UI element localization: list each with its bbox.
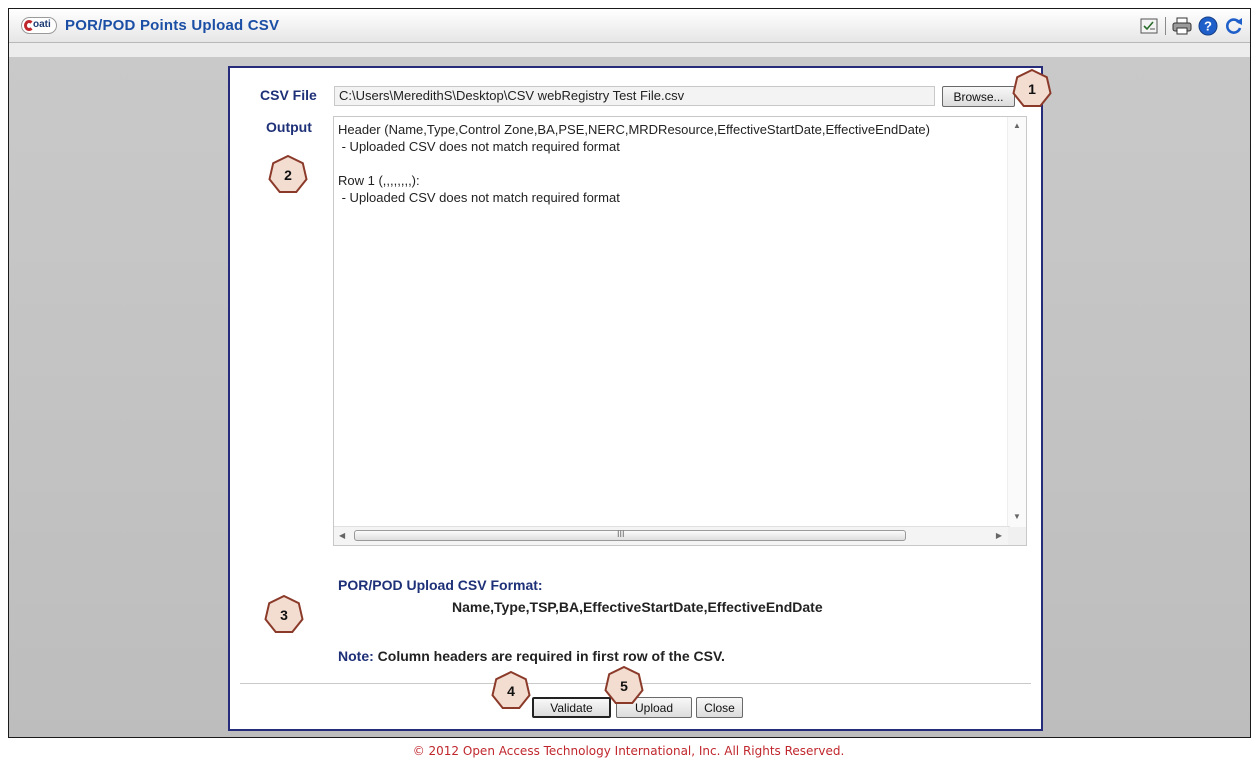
upload-panel: CSV File C:\Users\MeredithS\Desktop\CSV … xyxy=(228,66,1043,731)
checklist-icon[interactable] xyxy=(1139,16,1159,36)
output-label: Output xyxy=(266,119,312,135)
close-button[interactable]: Close xyxy=(696,697,743,718)
scrollbar-corner xyxy=(1008,527,1026,545)
callout-number: 2 xyxy=(284,167,292,183)
refresh-icon[interactable] xyxy=(1224,16,1244,36)
callout-number: 3 xyxy=(280,607,288,623)
logo-text: oati xyxy=(33,19,51,30)
csv-file-path-field[interactable]: C:\Users\MeredithS\Desktop\CSV webRegist… xyxy=(334,86,935,106)
format-title: POR/POD Upload CSV Format: xyxy=(338,577,543,593)
validate-button[interactable]: Validate xyxy=(532,697,611,718)
format-note: Note: Column headers are required in fir… xyxy=(338,648,725,664)
callout-badge-1: 1 xyxy=(1011,68,1053,110)
title-bar: oati POR/POD Points Upload CSV ? xyxy=(9,9,1250,43)
oati-logo: oati xyxy=(21,17,57,34)
horizontal-scrollbar[interactable]: ◀ III ▶ xyxy=(334,526,1010,545)
help-icon[interactable]: ? xyxy=(1198,16,1218,36)
scroll-up-arrow-icon[interactable]: ▲ xyxy=(1013,121,1021,130)
callout-badge-5: 5 xyxy=(603,665,645,707)
callout-number: 5 xyxy=(620,678,628,694)
output-textarea[interactable]: Header (Name,Type,Control Zone,BA,PSE,NE… xyxy=(333,116,1027,546)
page-title: POR/POD Points Upload CSV xyxy=(65,17,280,34)
callout-badge-4: 4 xyxy=(490,670,532,712)
app-window: oati POR/POD Points Upload CSV ? CSV Fil… xyxy=(8,8,1251,738)
note-text: Column headers are required in first row… xyxy=(373,648,725,664)
scroll-right-arrow-icon[interactable]: ▶ xyxy=(996,531,1002,540)
note-label: Note: xyxy=(338,648,374,664)
csv-file-label: CSV File xyxy=(260,87,317,103)
callout-number: 4 xyxy=(507,683,515,699)
scroll-left-arrow-icon[interactable]: ◀ xyxy=(339,531,345,540)
browse-button[interactable]: Browse... xyxy=(942,86,1015,107)
callout-badge-2: 2 xyxy=(267,154,309,196)
scroll-down-arrow-icon[interactable]: ▼ xyxy=(1013,512,1021,521)
vertical-scrollbar[interactable]: ▲ ▼ xyxy=(1007,117,1026,527)
callout-badge-3: 3 xyxy=(263,594,305,636)
svg-text:?: ? xyxy=(1204,19,1212,34)
copyright-footer: © 2012 Open Access Technology Internatio… xyxy=(412,744,845,758)
horizontal-scroll-thumb[interactable]: III xyxy=(354,529,906,541)
toolbar-separator xyxy=(1165,17,1166,35)
scroll-grip: III xyxy=(617,529,625,539)
output-text: Header (Name,Type,Control Zone,BA,PSE,NE… xyxy=(338,122,930,205)
format-columns: Name,Type,TSP,BA,EffectiveStartDate,Effe… xyxy=(452,599,823,615)
toolbar: ? xyxy=(1139,15,1244,37)
printer-icon[interactable] xyxy=(1172,16,1192,36)
callout-number: 1 xyxy=(1028,81,1036,97)
